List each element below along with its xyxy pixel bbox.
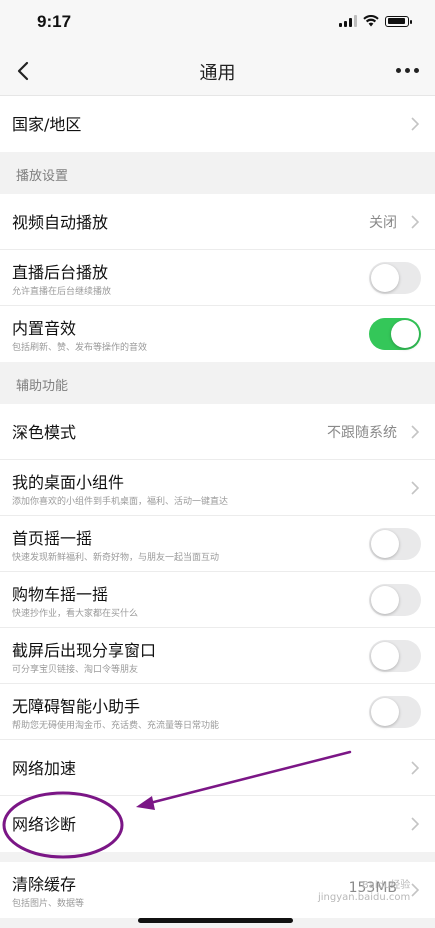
row-clear-cache-subtitle: 包括图片、数据等 (12, 899, 85, 909)
row-live-background-subtitle: 允许直播在后台继续播放 (12, 287, 112, 297)
battery-icon (385, 15, 412, 27)
chevron-right-icon (411, 481, 419, 495)
row-builtin-sound-subtitle: 包括刷新、赞、发布等操作的音效 (12, 343, 148, 353)
row-shake-home-subtitle: 快速发现新鲜福利、新奇好物，与朋友一起当面互动 (12, 553, 220, 563)
row-screenshot-share-subtitle: 可分享宝贝链接、淘口令等朋友 (12, 665, 139, 675)
shake-home-toggle[interactable] (369, 528, 421, 560)
more-options-icon[interactable] (396, 68, 419, 73)
status-bar: 9:17 (0, 0, 435, 46)
chevron-right-icon (411, 883, 419, 897)
row-builtin-sound-title: 内置音效 (12, 319, 77, 338)
screenshot-share-toggle[interactable] (369, 640, 421, 672)
row-dark-mode[interactable]: 深色模式 不跟随系统 (0, 404, 435, 460)
section-header-assist: 辅助功能 (16, 379, 69, 394)
row-accessibility-assistant-title: 无障碍智能小助手 (12, 697, 141, 716)
row-video-autoplay-title: 视频自动播放 (12, 213, 109, 232)
wifi-icon (363, 15, 379, 27)
row-desktop-widget-subtitle: 添加你喜欢的小组件到手机桌面，福利、活动一键直达 (12, 497, 229, 507)
row-network-diagnosis[interactable]: 网络诊断 (0, 796, 435, 852)
chevron-right-icon (411, 761, 419, 775)
row-shake-home: 首页摇一摇 快速发现新鲜福利、新奇好物，与朋友一起当面互动 (0, 516, 435, 572)
row-live-background: 直播后台播放 允许直播在后台继续播放 (0, 250, 435, 306)
accessibility-assistant-toggle[interactable] (369, 696, 421, 728)
home-indicator[interactable] (138, 918, 293, 923)
page-title: 通用 (199, 63, 236, 84)
builtin-sound-toggle[interactable] (369, 318, 421, 350)
row-dark-mode-value: 不跟随系统 (327, 425, 397, 441)
row-shake-cart: 购物车摇一摇 快速抄作业，看大家都在买什么 (0, 572, 435, 628)
row-screenshot-share-title: 截屏后出现分享窗口 (12, 641, 157, 660)
row-video-autoplay-value: 关闭 (369, 215, 397, 231)
row-shake-cart-subtitle: 快速抄作业，看大家都在买什么 (12, 609, 139, 619)
row-live-background-title: 直播后台播放 (12, 263, 109, 282)
chevron-right-icon (411, 817, 419, 831)
watermark: Baidu经验 jingyan.baidu.com (318, 880, 411, 903)
section-header-playback: 播放设置 (16, 169, 69, 184)
row-dark-mode-title: 深色模式 (12, 423, 77, 442)
row-desktop-widget[interactable]: 我的桌面小组件 添加你喜欢的小组件到手机桌面，福利、活动一键直达 (0, 460, 435, 516)
live-background-toggle[interactable] (369, 262, 421, 294)
status-icons (339, 15, 412, 27)
nav-bar: 通用 (0, 46, 435, 96)
row-screenshot-share: 截屏后出现分享窗口 可分享宝贝链接、淘口令等朋友 (0, 628, 435, 684)
row-shake-cart-title: 购物车摇一摇 (12, 585, 109, 604)
row-accessibility-assistant-subtitle: 帮助您无碍使用淘金币、充话费、充流量等日常功能 (12, 721, 220, 731)
chevron-right-icon (411, 117, 419, 131)
row-network-diagnosis-title: 网络诊断 (12, 815, 77, 834)
row-region-title: 国家/地区 (12, 115, 82, 134)
row-accessibility-assistant: 无障碍智能小助手 帮助您无碍使用淘金币、充话费、充流量等日常功能 (0, 684, 435, 740)
row-network-speedup-title: 网络加速 (12, 759, 77, 778)
chevron-right-icon (411, 215, 419, 229)
shake-cart-toggle[interactable] (369, 584, 421, 616)
settings-list: 国家/地区 播放设置 视频自动播放 关闭 直播后台播放 允许直播在后台继续播放 … (0, 96, 435, 918)
row-region[interactable]: 国家/地区 (0, 96, 435, 152)
cellular-signal-icon (339, 15, 357, 27)
row-video-autoplay[interactable]: 视频自动播放 关闭 (0, 194, 435, 250)
row-builtin-sound: 内置音效 包括刷新、赞、发布等操作的音效 (0, 306, 435, 362)
row-network-speedup[interactable]: 网络加速 (0, 740, 435, 796)
status-time: 9:17 (37, 12, 72, 31)
row-desktop-widget-title: 我的桌面小组件 (12, 473, 125, 492)
chevron-right-icon (411, 425, 419, 439)
row-shake-home-title: 首页摇一摇 (12, 529, 93, 548)
row-clear-cache-title: 清除缓存 (12, 875, 77, 894)
